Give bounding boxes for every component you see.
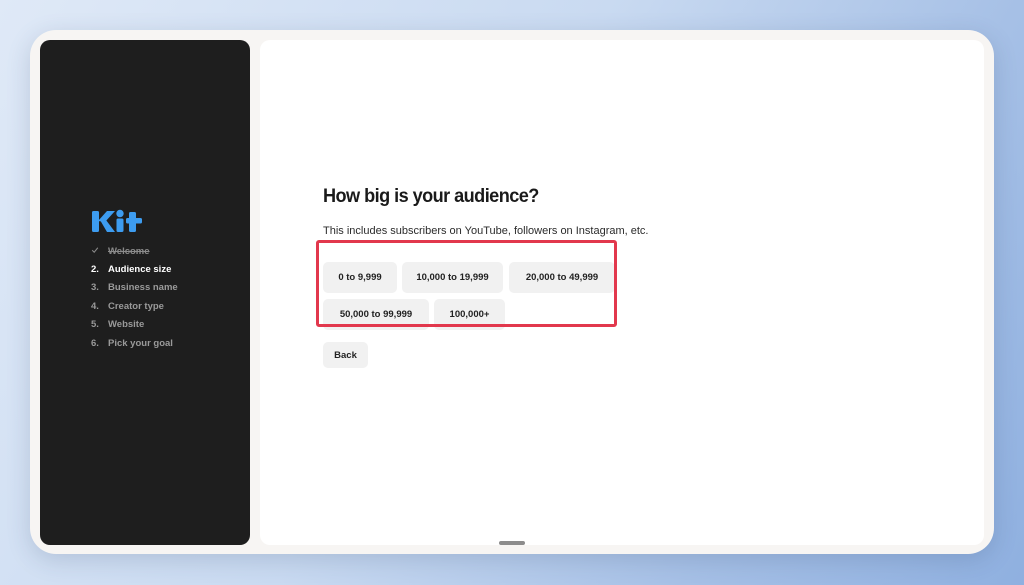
step-label: Website (108, 319, 145, 331)
kit-logo (92, 209, 142, 232)
step-number: 3. (91, 282, 99, 294)
step-pick-your-goal[interactable]: 6. Pick your goal (91, 334, 178, 352)
step-website[interactable]: 5. Website (91, 316, 178, 334)
step-audience-size[interactable]: 2. Audience size (91, 260, 178, 278)
step-label: Business name (108, 282, 178, 294)
option-100000-plus[interactable]: 100,000+ (434, 299, 505, 330)
option-0-to-9999[interactable]: 0 to 9,999 (323, 262, 397, 293)
step-status (91, 246, 108, 257)
option-50000-to-99999[interactable]: 50,000 to 99,999 (323, 299, 429, 330)
question-content: How big is your audience? This includes … (323, 185, 649, 330)
device-frame: Welcome 2. Audience size 3. Business nam… (30, 30, 994, 554)
step-number: 6. (91, 337, 99, 349)
step-label: Creator type (108, 300, 164, 312)
page-title: How big is your audience? (323, 185, 539, 207)
step-label: Welcome (108, 245, 150, 257)
step-creator-type[interactable]: 4. Creator type (91, 297, 178, 315)
step-label: Audience size (108, 264, 172, 276)
option-10000-to-19999[interactable]: 10,000 to 19,999 (402, 262, 503, 293)
step-label: Pick your goal (108, 337, 173, 349)
onboarding-sidebar: Welcome 2. Audience size 3. Business nam… (40, 40, 250, 545)
check-icon (91, 247, 99, 253)
main-panel: How big is your audience? This includes … (260, 40, 984, 545)
step-business-name[interactable]: 3. Business name (91, 279, 178, 297)
step-number: 2. (91, 264, 99, 276)
option-20000-to-49999[interactable]: 20,000 to 49,999 (509, 262, 615, 293)
step-number: 5. (91, 319, 99, 331)
step-number: 4. (91, 300, 99, 312)
page-subtitle: This includes subscribers on YouTube, fo… (323, 225, 649, 237)
back-button[interactable]: Back (323, 342, 368, 368)
step-welcome[interactable]: Welcome (91, 242, 178, 260)
home-indicator (499, 541, 525, 545)
onboarding-steps: Welcome 2. Audience size 3. Business nam… (91, 242, 178, 352)
